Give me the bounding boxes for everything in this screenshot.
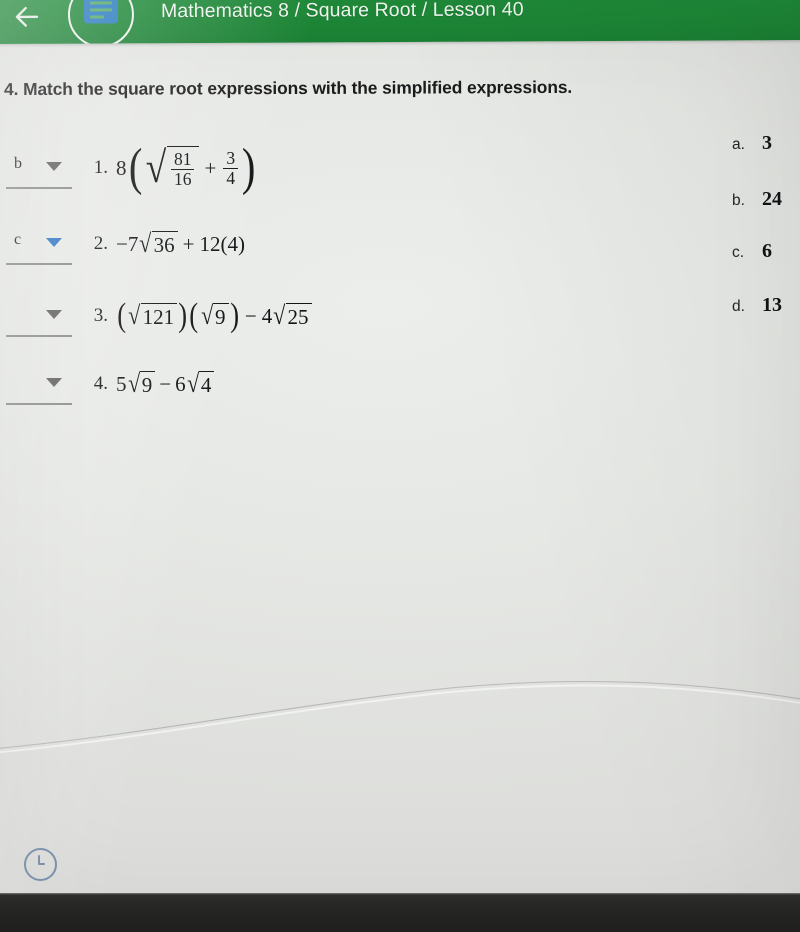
chevron-down-icon[interactable] bbox=[46, 310, 62, 319]
coefficient: 5 bbox=[116, 371, 127, 396]
option-value: 24 bbox=[762, 188, 782, 210]
chevron-down-icon[interactable] bbox=[46, 238, 62, 247]
breadcrumb[interactable]: Mathematics 8 / Square Root / Lesson 40 bbox=[161, 0, 524, 23]
app-bar: Mathematics 8 / Square Root / Lesson 40 bbox=[0, 0, 800, 44]
radical-icon: √ bbox=[127, 368, 140, 398]
coefficient: 6 bbox=[175, 371, 186, 396]
sqrt-group: √ 25 bbox=[272, 300, 312, 330]
answer-option-c[interactable]: c. 6 bbox=[732, 240, 772, 263]
question-text: Match the square root expressions with t… bbox=[23, 76, 573, 100]
question-number: 4. bbox=[3, 79, 19, 100]
dropdown-value-2: c bbox=[14, 231, 22, 248]
item-number-2: 2. bbox=[93, 233, 108, 254]
answer-dropdown-4[interactable] bbox=[6, 367, 72, 405]
option-letter: a. bbox=[732, 136, 745, 153]
answer-option-a[interactable]: a. 3 bbox=[732, 132, 772, 155]
answer-dropdown-3[interactable] bbox=[6, 299, 72, 337]
option-letter: d. bbox=[732, 298, 745, 315]
dropdown-underline bbox=[6, 335, 72, 337]
option-value: 13 bbox=[762, 294, 782, 316]
match-row: 4. 5 √ 9 − 6 √ 4 bbox=[6, 356, 215, 412]
radicand: 9 bbox=[215, 304, 226, 329]
operator: − bbox=[159, 371, 172, 396]
expression-3: ( √ 121 ) ( √ 9 ) − 4 √ 25 bbox=[116, 299, 312, 333]
clock-icon[interactable] bbox=[24, 848, 57, 881]
page-vignette bbox=[0, 0, 800, 893]
lead-term: −7 bbox=[116, 231, 139, 256]
question-prompt: 4. Match the square root expressions wit… bbox=[4, 77, 572, 100]
fraction-denominator: 16 bbox=[170, 169, 195, 189]
dropdown-value-1: b bbox=[14, 155, 22, 172]
radicand: 121 bbox=[142, 304, 175, 329]
coefficient: 4 bbox=[261, 303, 273, 328]
dropdown-underline bbox=[6, 403, 72, 405]
sqrt-group: √ 4 bbox=[186, 368, 215, 398]
coefficient: 8 bbox=[116, 155, 127, 180]
radicand: 25 bbox=[287, 304, 309, 329]
fraction-radicand: 81 16 bbox=[170, 149, 195, 189]
answer-option-b[interactable]: b. 24 bbox=[732, 188, 782, 211]
chevron-down-icon[interactable] bbox=[46, 162, 62, 171]
radical-icon: √ bbox=[139, 228, 152, 258]
answer-dropdown-1[interactable]: b bbox=[6, 151, 72, 189]
operator: − bbox=[244, 303, 257, 328]
item-number-1: 1. bbox=[93, 157, 108, 178]
radical-icon: √ bbox=[200, 300, 213, 330]
operator: + bbox=[182, 231, 195, 256]
sqrt-group: √ 9 bbox=[127, 368, 156, 398]
radical-icon: √ bbox=[128, 300, 141, 330]
chevron-down-icon[interactable] bbox=[46, 378, 62, 387]
radical-icon: √ bbox=[145, 143, 167, 192]
operator: + bbox=[204, 155, 217, 180]
paper-crease bbox=[0, 680, 800, 754]
option-value: 3 bbox=[762, 132, 772, 154]
fraction-addend: 3 4 bbox=[223, 147, 239, 188]
bezel-edge bbox=[0, 893, 800, 895]
match-row: 3. ( √ 121 ) ( √ 9 ) − 4 √ 25 bbox=[6, 288, 312, 344]
expression-4: 5 √ 9 − 6 √ 4 bbox=[116, 368, 215, 398]
answer-dropdown-2[interactable]: c bbox=[6, 227, 72, 265]
expression-2: −7 √ 36 + 12(4) bbox=[116, 228, 245, 258]
match-row: b 1. 8 ( √ 81 16 + 3 4) bbox=[6, 140, 257, 196]
item-number-3: 3. bbox=[93, 305, 108, 326]
radical-icon: √ bbox=[273, 300, 286, 330]
match-row: c 2. −7 √ 36 + 12(4) bbox=[6, 216, 245, 272]
fraction-denominator: 4 bbox=[223, 167, 239, 188]
tail-term: 12(4) bbox=[199, 231, 245, 256]
option-letter: c. bbox=[732, 244, 745, 261]
device-bezel bbox=[0, 893, 800, 932]
expression-1: 8 ( √ 81 16 + 3 4 ) bbox=[116, 139, 256, 196]
fraction-numerator: 3 bbox=[226, 147, 236, 168]
answer-option-d[interactable]: d. 13 bbox=[732, 294, 782, 317]
sqrt-group: √ 9 bbox=[200, 300, 229, 330]
radical-icon: √ bbox=[186, 368, 199, 398]
dropdown-underline bbox=[6, 187, 72, 189]
radicand: 4 bbox=[200, 372, 212, 397]
lesson-page: Mathematics 8 / Square Root / Lesson 40 … bbox=[0, 0, 800, 893]
sqrt-group: √ 121 bbox=[127, 300, 178, 330]
sqrt-group: √ 36 bbox=[138, 228, 178, 258]
item-number-4: 4. bbox=[93, 373, 108, 394]
option-value: 6 bbox=[762, 240, 772, 262]
radicand: 36 bbox=[153, 232, 175, 257]
sqrt-group: √ 81 16 bbox=[144, 146, 200, 190]
avatar-badge-icon bbox=[83, 0, 119, 24]
dropdown-underline bbox=[6, 263, 72, 265]
back-arrow-icon[interactable] bbox=[12, 2, 42, 32]
radicand: 9 bbox=[141, 372, 153, 397]
fraction-numerator: 81 bbox=[173, 149, 192, 170]
option-letter: b. bbox=[732, 192, 745, 209]
